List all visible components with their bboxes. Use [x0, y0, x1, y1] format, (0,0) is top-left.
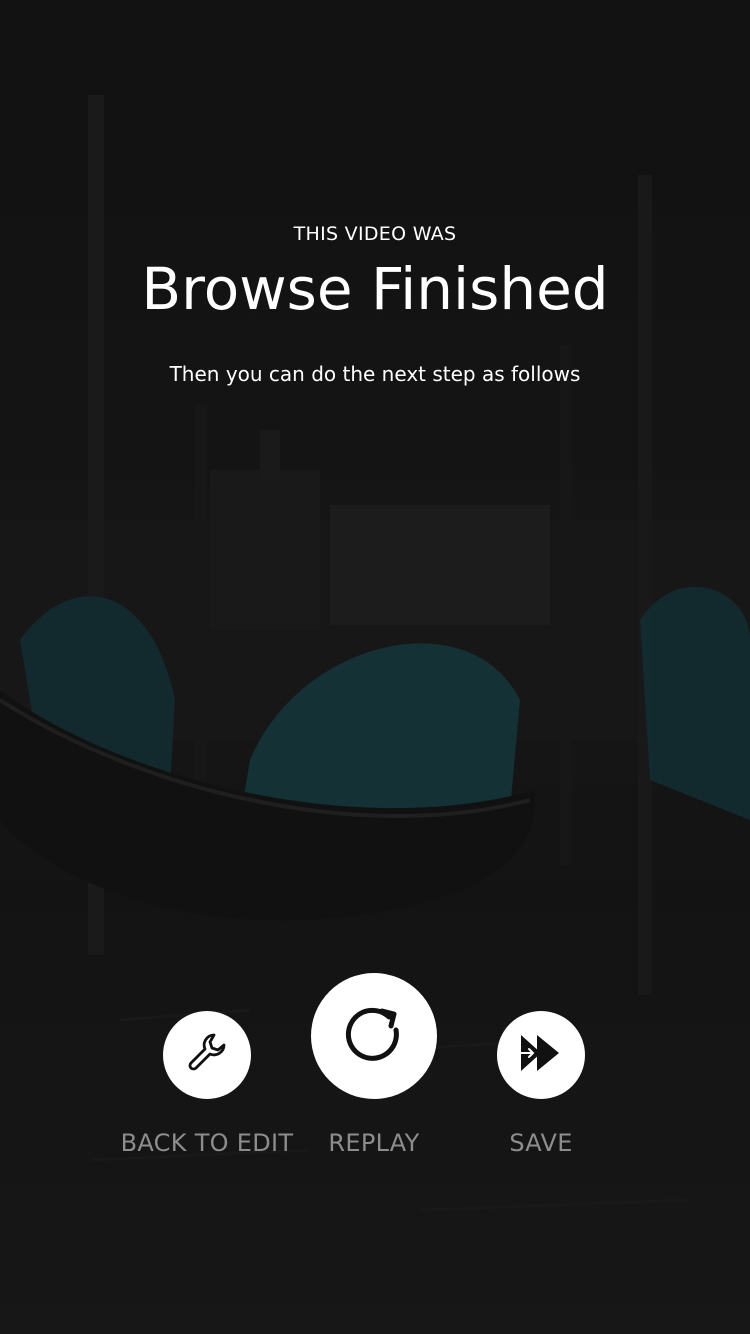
replay-icon	[342, 1002, 406, 1070]
header-eyebrow: THIS VIDEO WAS	[293, 223, 457, 245]
replay-button[interactable]	[311, 973, 437, 1099]
back-to-edit-button[interactable]	[163, 1011, 251, 1099]
wrench-icon	[183, 1029, 231, 1081]
result-header: THIS VIDEO WAS Browse Finished	[0, 220, 750, 324]
page-title: Browse Finished	[141, 255, 609, 323]
save-label: SAVE	[509, 1129, 573, 1157]
fast-forward-icon	[515, 1027, 567, 1083]
save-button[interactable]	[497, 1011, 585, 1099]
page-subtitle: Then you can do the next step as follows	[169, 362, 581, 386]
